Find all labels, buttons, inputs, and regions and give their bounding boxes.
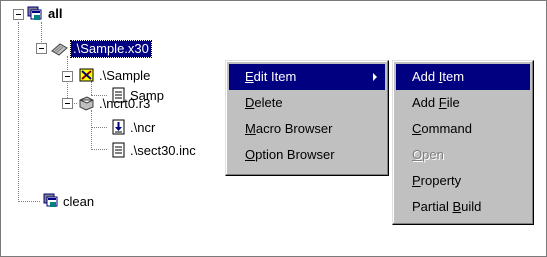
tree-line [91,127,107,128]
menu-item-add-item[interactable]: Add Item [396,64,530,90]
tree-line [18,22,19,202]
collapse-toggle[interactable] [13,9,24,20]
menu-item-option-browser[interactable]: Option Browser [229,142,385,168]
tree-item-sect30[interactable]: .\sect30.inc [130,143,196,159]
tree-item-sample-x30[interactable]: .\Sample.x30 [70,40,152,58]
collapse-toggle[interactable] [62,71,73,82]
tree-line [91,81,92,95]
menu-item-edit-item[interactable]: Edit Item [229,64,385,90]
menu-item-open: Open [412,147,444,162]
menu-item-add-file[interactable]: Add File [396,90,530,116]
chip-icon [51,43,68,56]
menu-item-macro-browser[interactable]: Macro Browser [229,116,385,142]
menu-item-property[interactable]: Property [396,168,530,194]
folder-shape-icon [79,96,94,111]
collapse-toggle[interactable] [36,43,47,54]
tree-line [91,149,107,150]
submenu-arrow-icon [373,73,377,81]
menu-item-command[interactable]: Command [396,116,530,142]
tree-item-ncrt0[interactable]: .\ncrt0.r3 [99,96,150,112]
project-group-icon [27,6,42,20]
document-icon [112,142,125,158]
project-group-icon [43,193,58,207]
tree-item-sample[interactable]: .\Sample [99,68,150,84]
context-menu: Edit Item Delete Macro Browser Option Br… [225,60,389,176]
download-file-icon [112,119,125,135]
menu-item-delete[interactable]: Delete [229,90,385,116]
tree-item-ncr[interactable]: .\ncr [130,120,155,136]
tree-item-all[interactable]: all [48,6,62,22]
edit-item-submenu: Add Item Add File Command Open Property … [392,60,534,225]
tools-icon [79,68,94,82]
tree-item-clean[interactable]: clean [63,194,94,210]
tree-line [18,201,40,202]
menu-item-partial-build[interactable]: Partial Build [396,194,530,220]
collapse-toggle[interactable] [62,98,73,109]
tree-line [91,110,92,150]
